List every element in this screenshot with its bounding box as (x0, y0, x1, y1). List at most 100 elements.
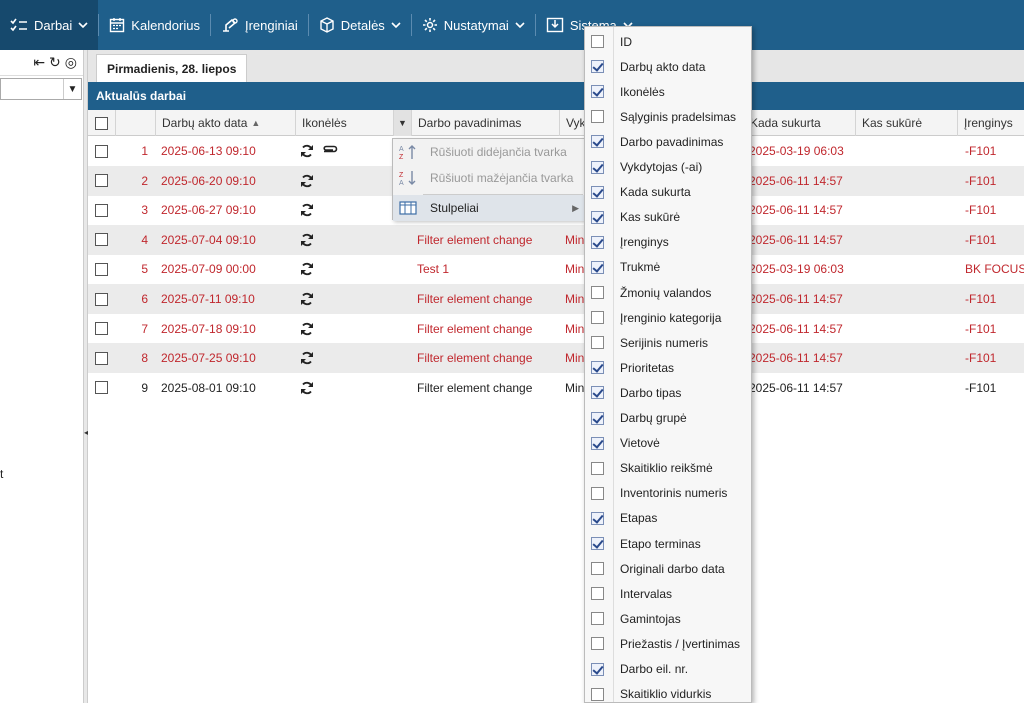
row-checkbox[interactable] (95, 381, 108, 395)
row-name: Filter element change (417, 292, 533, 306)
column-option[interactable]: Vietovė (585, 431, 751, 456)
column-option[interactable]: Vykdytojas (-ai) (585, 155, 751, 180)
column-option[interactable]: Darbų grupė (585, 406, 751, 431)
column-option-label: Įrenginio kategorija (620, 310, 722, 325)
column-option[interactable]: Trukmė (585, 255, 751, 280)
table-row[interactable]: 4 2025-07-04 09:10 Filter element change Mi… (88, 224, 1024, 255)
column-option[interactable]: Sąlyginis pradelsimas (585, 104, 751, 129)
target-icon[interactable]: ◎ (65, 54, 77, 71)
column-option-checkbox[interactable] (591, 210, 604, 224)
nav-kalendorius[interactable]: Kalendorius (99, 0, 210, 50)
column-option-label: Kas sukūrė (620, 210, 681, 225)
nav-kalendorius-label: Kalendorius (131, 17, 200, 33)
column-option-checkbox[interactable] (591, 436, 604, 450)
column-option[interactable]: Darbo tipas (585, 380, 751, 405)
table-row[interactable]: 9 2025-08-01 09:10 Filter element change Mi… (88, 373, 1024, 403)
column-option[interactable]: Kada sukurta (585, 180, 751, 205)
nav-detales[interactable]: Detalės (309, 0, 411, 50)
column-option[interactable]: Prioritetas (585, 355, 751, 380)
column-option-checkbox[interactable] (591, 60, 604, 74)
column-option[interactable]: Intervalas (585, 581, 751, 606)
column-option[interactable]: Skaitiklio vidurkis (585, 682, 751, 702)
nav-darbai[interactable]: Darbai (0, 0, 99, 50)
column-option-checkbox[interactable] (591, 562, 604, 576)
nav-nustatymai[interactable]: Nustatymai (412, 0, 535, 50)
column-option-checkbox[interactable] (591, 461, 604, 475)
header-kas-sukure[interactable]: Kas sukūrė (856, 110, 958, 136)
column-option[interactable]: Žmonių valandos (585, 280, 751, 305)
column-option[interactable]: Darbo pavadinimas (585, 129, 751, 154)
column-option[interactable]: Ikonėlės (585, 79, 751, 104)
refresh-icon[interactable]: ↻ (49, 54, 61, 71)
table-row[interactable]: 5 2025-07-09 00:00 Test 1 Min 2025-03-19 06:… (88, 254, 1024, 284)
column-option-checkbox[interactable] (591, 286, 604, 299)
header-darbu-akto-data[interactable]: Darbų akto data ▲ (156, 110, 296, 136)
header-kada-sukurta[interactable]: Kada sukurta (744, 110, 856, 136)
header-ikoneles[interactable]: Ikonėlės (296, 110, 394, 136)
header-darbo-pavadinimas[interactable]: Darbo pavadinimas (412, 110, 560, 136)
column-option-checkbox[interactable] (591, 160, 604, 174)
sort-ascending-item[interactable]: AZ Rūšiuoti didėjančia tvarka (393, 139, 587, 165)
column-option[interactable]: Gamintojas (585, 606, 751, 631)
row-checkbox[interactable] (95, 262, 108, 276)
row-checkbox[interactable] (95, 322, 108, 336)
column-option-checkbox[interactable] (591, 537, 604, 550)
row-checkbox[interactable] (95, 144, 108, 158)
column-option[interactable]: ID (585, 29, 751, 54)
column-option[interactable]: Inventorinis numeris (585, 481, 751, 506)
column-option[interactable]: Įrenginys (585, 230, 751, 255)
refresh-icon (301, 381, 313, 394)
refresh-icon (301, 233, 313, 246)
column-option-checkbox[interactable] (591, 687, 604, 701)
box-icon (320, 17, 334, 33)
column-option[interactable]: Etapas (585, 506, 751, 531)
column-option[interactable]: Skaitiklio reikšmė (585, 456, 751, 481)
columns-item[interactable]: Stulpeliai ▶ (393, 195, 587, 221)
column-option-checkbox[interactable] (591, 511, 604, 525)
column-option-checkbox[interactable] (591, 135, 604, 149)
filter-select[interactable]: ▼ (0, 78, 82, 100)
row-checkbox[interactable] (95, 203, 108, 217)
select-all-checkbox[interactable] (95, 116, 108, 130)
table-row[interactable]: 8 2025-07-25 09:10 Filter element change Mi… (88, 343, 1024, 374)
row-checkbox[interactable] (95, 233, 108, 247)
column-option[interactable]: Originali darbo data (585, 556, 751, 581)
column-option-checkbox[interactable] (591, 85, 604, 99)
column-option[interactable]: Etapo terminas (585, 531, 751, 556)
nav-irenginiai[interactable]: Įrenginiai (211, 0, 308, 50)
header-label: Vyk (566, 116, 586, 130)
column-option[interactable]: Serijinis numeris (585, 330, 751, 355)
header-irenginys[interactable]: Įrenginys (958, 110, 1024, 136)
column-option-checkbox[interactable] (591, 486, 604, 500)
column-option-checkbox[interactable] (591, 411, 604, 425)
column-option-checkbox[interactable] (591, 35, 604, 48)
column-option[interactable]: Priežastis / Įvertinimas (585, 631, 751, 656)
column-option-checkbox[interactable] (591, 587, 604, 601)
column-option-checkbox[interactable] (591, 637, 604, 651)
column-option-checkbox[interactable] (591, 386, 604, 400)
column-option-checkbox[interactable] (591, 185, 604, 199)
refresh-icon (301, 263, 313, 276)
column-option-checkbox[interactable] (591, 260, 604, 274)
column-option-checkbox[interactable] (591, 336, 604, 350)
day-tab[interactable]: Pirmadienis, 28. liepos (96, 54, 248, 82)
column-option[interactable]: Darbų akto data (585, 54, 751, 79)
column-option-checkbox[interactable] (591, 361, 604, 375)
column-option[interactable]: Įrenginio kategorija (585, 305, 751, 330)
column-option[interactable]: Darbo eil. nr. (585, 657, 751, 682)
row-checkbox[interactable] (95, 351, 108, 365)
column-option-checkbox[interactable] (591, 662, 604, 676)
column-option[interactable]: Kas sukūrė (585, 205, 751, 230)
collapse-left-icon[interactable]: ⇤ (33, 54, 45, 71)
row-checkbox-cell (95, 343, 108, 373)
row-checkbox[interactable] (95, 292, 108, 306)
sort-descending-item[interactable]: ZA Rūšiuoti mažėjančia tvarka (393, 165, 587, 191)
table-row[interactable]: 6 2025-07-11 09:10 Filter element change Mi… (88, 284, 1024, 314)
row-checkbox[interactable] (95, 174, 108, 188)
column-option-checkbox[interactable] (591, 311, 604, 325)
column-option-checkbox[interactable] (591, 235, 604, 249)
column-option-checkbox[interactable] (591, 612, 604, 626)
column-menu-trigger[interactable]: ▼ (394, 110, 412, 136)
column-option-checkbox[interactable] (591, 110, 604, 124)
table-row[interactable]: 7 2025-07-18 09:10 Filter element change Mi… (88, 314, 1024, 344)
